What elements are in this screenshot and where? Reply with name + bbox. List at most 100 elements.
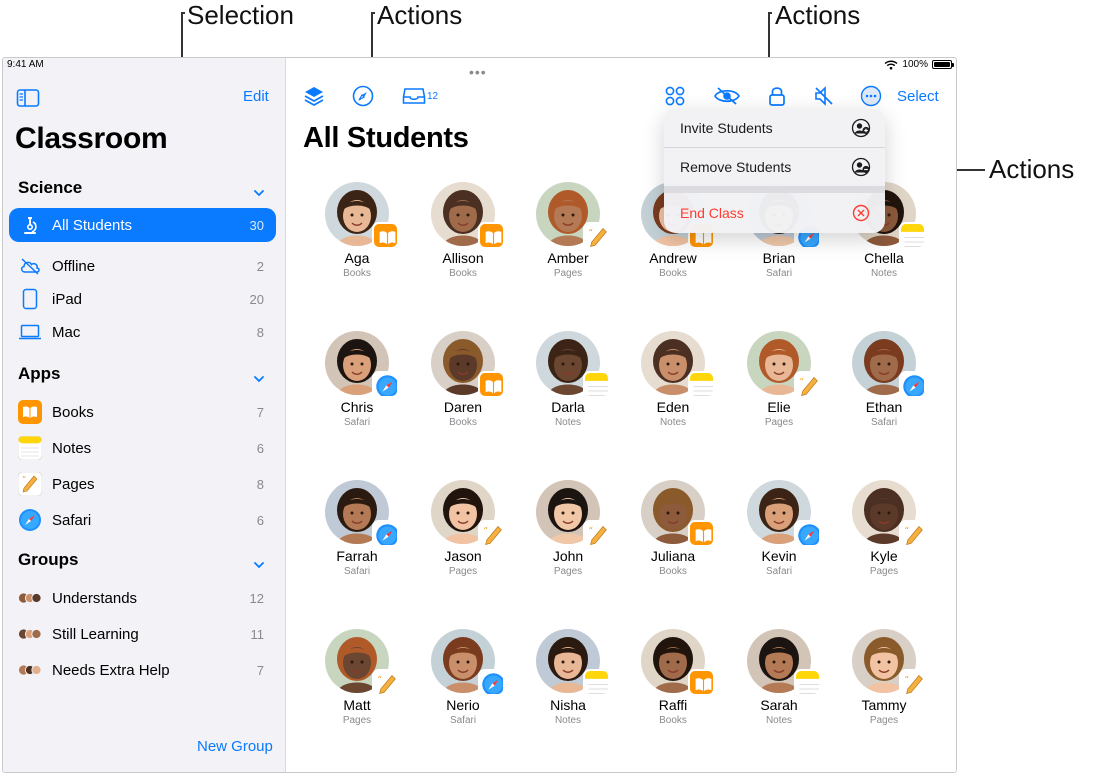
sidebar-item-still-learning[interactable]: Still Learning 11 bbox=[9, 617, 276, 651]
student-card[interactable]: “ Elie Pages bbox=[729, 331, 829, 441]
menu-item-label: Remove Students bbox=[680, 159, 792, 175]
safari-icon bbox=[794, 520, 821, 547]
student-app: Pages bbox=[869, 566, 899, 577]
callout-actions-right: Actions bbox=[775, 0, 861, 30]
sidebar-item-understands[interactable]: Understands 12 bbox=[9, 581, 276, 615]
student-card[interactable]: “ John Pages bbox=[518, 480, 618, 590]
layers-icon[interactable] bbox=[301, 84, 327, 108]
sidebar-item-count: 7 bbox=[256, 662, 264, 678]
student-card[interactable]: Chris Safari bbox=[307, 331, 407, 441]
multitasking-grabber[interactable]: ••• bbox=[469, 64, 487, 80]
pages-icon: “ bbox=[478, 520, 505, 547]
student-app: Safari bbox=[765, 566, 793, 577]
notes-icon bbox=[583, 669, 610, 696]
sidebar-item-mac[interactable]: Mac 8 bbox=[9, 315, 276, 349]
sidebar-toggle-icon[interactable] bbox=[16, 88, 40, 108]
student-card[interactable]: Darla Notes bbox=[518, 331, 618, 441]
section-header-science[interactable]: Science bbox=[18, 178, 82, 198]
select-button[interactable]: Select bbox=[897, 88, 939, 105]
student-app: Safari bbox=[343, 417, 371, 428]
student-app: Books bbox=[343, 268, 371, 279]
safari-icon bbox=[372, 520, 399, 547]
compass-icon[interactable] bbox=[350, 84, 376, 108]
new-group-button[interactable]: New Group bbox=[197, 738, 273, 755]
battery-percent: 100% bbox=[902, 59, 928, 70]
section-header-groups[interactable]: Groups bbox=[18, 550, 78, 570]
notes-icon bbox=[583, 371, 610, 398]
chevron-down-icon[interactable] bbox=[253, 187, 265, 199]
student-app: Notes bbox=[765, 715, 793, 726]
sidebar-item-needs-extra-help[interactable]: Needs Extra Help 7 bbox=[9, 653, 276, 687]
callout-actions-left: Actions bbox=[377, 0, 463, 30]
inbox-icon[interactable] bbox=[401, 84, 427, 108]
group-avatars-icon bbox=[18, 586, 42, 610]
student-card[interactable]: Juliana Books bbox=[623, 480, 723, 590]
sidebar-item-books[interactable]: Books 7 bbox=[9, 395, 276, 429]
page-title: All Students bbox=[303, 122, 469, 154]
sidebar-item-safari[interactable]: Safari 6 bbox=[9, 503, 276, 537]
student-card[interactable]: “ Tammy Pages bbox=[834, 629, 934, 739]
student-app: Safari bbox=[870, 417, 898, 428]
person-add-icon bbox=[851, 118, 871, 138]
sidebar-item-count: 30 bbox=[249, 217, 264, 233]
student-name: Darla bbox=[551, 399, 585, 415]
student-card[interactable]: “ Kyle Pages bbox=[834, 480, 934, 590]
student-app: Safari bbox=[765, 268, 793, 279]
student-card[interactable]: Kevin Safari bbox=[729, 480, 829, 590]
student-name: John bbox=[552, 548, 584, 564]
student-app: Books bbox=[449, 417, 477, 428]
student-card[interactable]: Allison Books bbox=[413, 182, 513, 292]
section-header-apps[interactable]: Apps bbox=[18, 364, 61, 384]
sidebar-item-count: 11 bbox=[250, 626, 265, 642]
mute-icon[interactable] bbox=[811, 84, 837, 108]
hide-screens-icon[interactable] bbox=[712, 84, 742, 108]
student-card[interactable]: “ Jason Pages bbox=[413, 480, 513, 590]
sidebar-title: Classroom bbox=[15, 122, 168, 155]
svg-text:“: “ bbox=[22, 475, 26, 484]
status-time: 9:41 AM bbox=[7, 59, 44, 70]
student-card[interactable]: Nerio Safari bbox=[413, 629, 513, 739]
sidebar-item-notes[interactable]: Notes 6 bbox=[9, 431, 276, 465]
remove-students-menu-item[interactable]: Remove Students bbox=[664, 148, 885, 186]
sidebar-item-pages[interactable]: “ Pages 8 bbox=[9, 467, 276, 501]
student-card[interactable]: “ Matt Pages bbox=[307, 629, 407, 739]
app-grid-icon[interactable] bbox=[662, 84, 688, 108]
student-card[interactable]: Raffi Books bbox=[623, 629, 723, 739]
sidebar-item-offline[interactable]: Offline 2 bbox=[9, 249, 276, 283]
student-card[interactable]: Eden Notes bbox=[623, 331, 723, 441]
sidebar-item-label: iPad bbox=[52, 290, 83, 308]
student-name: Jason bbox=[444, 548, 482, 564]
sidebar-item-label: Understands bbox=[52, 589, 138, 607]
chevron-down-icon[interactable] bbox=[253, 373, 265, 385]
lock-icon[interactable] bbox=[764, 84, 790, 108]
student-name: Juliana bbox=[650, 548, 696, 564]
invite-students-menu-item[interactable]: Invite Students bbox=[664, 109, 885, 147]
ipad-icon bbox=[18, 287, 42, 311]
student-name: Brian bbox=[762, 250, 796, 266]
sidebar-item-count: 8 bbox=[256, 324, 264, 340]
student-app: Notes bbox=[554, 417, 582, 428]
student-card[interactable]: Sarah Notes bbox=[729, 629, 829, 739]
student-card[interactable]: Nisha Notes bbox=[518, 629, 618, 739]
student-name: Kevin bbox=[761, 548, 797, 564]
sidebar-item-all-students[interactable]: All Students 30 bbox=[9, 208, 276, 242]
student-app: Pages bbox=[764, 417, 794, 428]
student-app: Safari bbox=[449, 715, 477, 726]
end-class-menu-item[interactable]: End Class bbox=[664, 194, 885, 232]
student-card[interactable]: Daren Books bbox=[413, 331, 513, 441]
edit-button[interactable]: Edit bbox=[243, 88, 269, 105]
student-card[interactable]: Aga Books bbox=[307, 182, 407, 292]
sidebar-item-ipad[interactable]: iPad 20 bbox=[9, 282, 276, 316]
svg-text:“: “ bbox=[799, 376, 804, 387]
safari-icon bbox=[899, 371, 926, 398]
sidebar-item-label: Needs Extra Help bbox=[52, 661, 170, 679]
chevron-down-icon[interactable] bbox=[253, 559, 265, 571]
sidebar: 9:41 AM Edit Classroom Science All Stude… bbox=[3, 58, 286, 772]
student-card[interactable]: “ Amber Pages bbox=[518, 182, 618, 292]
sidebar-item-count: 2 bbox=[256, 258, 264, 274]
notes-icon bbox=[899, 222, 926, 249]
student-card[interactable]: Farrah Safari bbox=[307, 480, 407, 590]
more-icon[interactable] bbox=[858, 84, 884, 108]
student-card[interactable]: Ethan Safari bbox=[834, 331, 934, 441]
sidebar-item-label: Safari bbox=[52, 511, 92, 529]
